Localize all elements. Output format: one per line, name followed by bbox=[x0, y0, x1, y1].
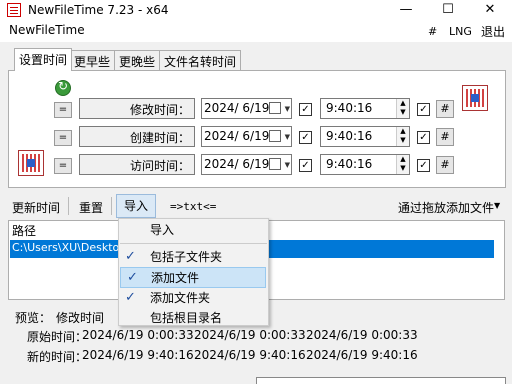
modified-eq-button[interactable]: = bbox=[54, 102, 72, 118]
created-label: 创建时间： bbox=[79, 126, 195, 147]
accessed-date-value: 2024/ 6/19 bbox=[204, 157, 270, 171]
modified-time-field[interactable]: 9:40:16 ▲ ▼ bbox=[320, 98, 410, 119]
menu-language[interactable]: LNG bbox=[449, 25, 472, 38]
refresh-icon[interactable] bbox=[55, 79, 71, 96]
chevron-down-icon[interactable]: ▼ bbox=[285, 105, 290, 113]
preview-modified-label: 修改时间 bbox=[56, 311, 105, 325]
original-created-value: 2024/6/19 0:00:33 bbox=[194, 328, 306, 342]
time-spin-icon[interactable]: ▲ ▼ bbox=[396, 99, 409, 118]
modified-date-checkbox[interactable]: ✓ bbox=[299, 103, 312, 116]
calendar-large-icon bbox=[462, 85, 488, 111]
toolbar-separator bbox=[111, 197, 112, 215]
accessed-time-field[interactable]: 9:40:16 ▲ ▼ bbox=[320, 154, 410, 175]
modified-date-value: 2024/ 6/19 bbox=[204, 101, 270, 115]
reset-button[interactable]: 重置 bbox=[79, 199, 103, 216]
created-time-value: 9:40:16 bbox=[326, 129, 373, 143]
maximize-button[interactable]: ☐ bbox=[428, 0, 468, 22]
original-time-label: 原始时间： bbox=[27, 330, 88, 344]
created-date-checkbox[interactable]: ✓ bbox=[299, 131, 312, 144]
new-created-value: 2024/6/19 9:40:16 bbox=[194, 348, 306, 362]
menu-item-include-subfolders[interactable]: ✓ 包括子文件夹 bbox=[119, 247, 268, 268]
original-modified-value: 2024/6/19 0:00:33 bbox=[82, 328, 194, 342]
close-button[interactable]: ✕ bbox=[470, 0, 510, 22]
menu-app-label[interactable]: NewFileTime bbox=[9, 23, 85, 37]
chevron-down-icon[interactable]: ▼ bbox=[494, 201, 500, 210]
tab-earlier[interactable]: 更早些 bbox=[69, 50, 116, 70]
menu-item-label: 导入 bbox=[150, 223, 175, 237]
menu-item-add-files[interactable]: ✓ 添加文件 bbox=[120, 267, 266, 288]
menu-item-label: 包括子文件夹 bbox=[150, 250, 223, 264]
modified-time-value: 9:40:16 bbox=[326, 101, 373, 115]
menu-exit[interactable]: 退出 bbox=[481, 23, 505, 40]
created-date-value: 2024/ 6/19 bbox=[204, 129, 270, 143]
menu-item-include-root-name[interactable]: 包括根目录名 bbox=[119, 308, 268, 329]
tab-set-time[interactable]: 设置时间 bbox=[14, 48, 73, 71]
menu-item-label: 添加文件夹 bbox=[150, 291, 211, 305]
checkmark-icon: ✓ bbox=[127, 270, 138, 285]
accessed-date-checkbox[interactable]: ✓ bbox=[299, 159, 312, 172]
tab-later[interactable]: 更晚些 bbox=[114, 50, 161, 70]
menu-item-label: 添加文件 bbox=[151, 271, 200, 285]
accessed-label: 访问时间： bbox=[79, 154, 195, 175]
accessed-date-picker[interactable]: 2024/ 6/19 ▼ bbox=[201, 154, 292, 175]
new-modified-value: 2024/6/19 9:40:16 bbox=[82, 348, 194, 362]
menu-item-add-folders[interactable]: ✓ 添加文件夹 bbox=[119, 288, 268, 309]
refresh-time-button[interactable]: 更新时间 bbox=[12, 199, 60, 216]
menu-hash[interactable]: # bbox=[428, 25, 437, 38]
checkmark-icon: ✓ bbox=[125, 290, 136, 305]
checkmark-icon: ✓ bbox=[125, 249, 136, 264]
app-icon bbox=[7, 3, 21, 17]
menu-item-label: 包括根目录名 bbox=[150, 311, 223, 325]
calendar-large-icon bbox=[18, 150, 44, 176]
menu-separator bbox=[120, 243, 267, 244]
import-button[interactable]: 导入 bbox=[116, 194, 156, 218]
accessed-time-value: 9:40:16 bbox=[326, 157, 373, 171]
created-eq-button[interactable]: = bbox=[54, 130, 72, 146]
new-time-label: 新的时间： bbox=[27, 350, 88, 364]
time-spin-icon[interactable]: ▲ ▼ bbox=[396, 155, 409, 174]
accessed-eq-button[interactable]: = bbox=[54, 158, 72, 174]
menu-item-import[interactable]: 导入 bbox=[119, 220, 268, 241]
calendar-icon[interactable] bbox=[269, 158, 281, 170]
accessed-hash-button[interactable]: # bbox=[436, 156, 454, 174]
minimize-button[interactable]: — bbox=[386, 0, 426, 22]
original-accessed-value: 2024/6/19 0:00:33 bbox=[306, 328, 418, 342]
tab-filename-to-time[interactable]: 文件名转时间 bbox=[159, 50, 242, 70]
modified-time-checkbox[interactable]: ✓ bbox=[417, 103, 430, 116]
created-time-field[interactable]: 9:40:16 ▲ ▼ bbox=[320, 126, 410, 147]
window-title: NewFileTime 7.23 - x64 bbox=[28, 3, 169, 17]
modified-date-picker[interactable]: 2024/ 6/19 ▼ bbox=[201, 98, 292, 119]
import-context-menu: 导入 ✓ 包括子文件夹 ✓ 添加文件 ✓ 添加文件夹 包括根目录名 bbox=[118, 218, 269, 326]
drag-add-files-button[interactable]: 通过拖放添加文件 bbox=[398, 199, 494, 216]
calendar-icon[interactable] bbox=[269, 102, 281, 114]
chevron-down-icon[interactable]: ▼ bbox=[285, 161, 290, 169]
txt-button[interactable]: =>txt<= bbox=[170, 200, 216, 213]
modified-hash-button[interactable]: # bbox=[436, 100, 454, 118]
new-accessed-value: 2024/6/19 9:40:16 bbox=[306, 348, 418, 362]
list-header-path[interactable]: 路径 bbox=[12, 222, 36, 239]
created-date-picker[interactable]: 2024/ 6/19 ▼ bbox=[201, 126, 292, 147]
chevron-down-icon[interactable]: ▼ bbox=[285, 133, 290, 141]
created-time-checkbox[interactable]: ✓ bbox=[417, 131, 430, 144]
modified-label: 修改时间： bbox=[79, 98, 195, 119]
created-hash-button[interactable]: # bbox=[436, 128, 454, 146]
toolbar-separator bbox=[68, 197, 69, 215]
accessed-time-checkbox[interactable]: ✓ bbox=[417, 159, 430, 172]
calendar-icon[interactable] bbox=[269, 130, 281, 142]
time-spin-icon[interactable]: ▲ ▼ bbox=[396, 127, 409, 146]
preview-label: 预览： bbox=[15, 311, 52, 325]
status-field bbox=[256, 377, 506, 384]
